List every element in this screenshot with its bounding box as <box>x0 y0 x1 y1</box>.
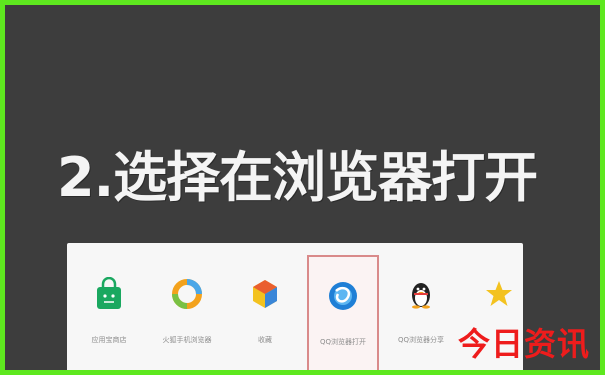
app-tile-0[interactable]: 应用宝商店 <box>73 255 145 370</box>
browser-icon <box>329 282 357 310</box>
app-tile-1[interactable]: 火狐手机浏览器 <box>151 255 223 370</box>
app-label: QQ浏览器打开 <box>319 338 367 346</box>
app-tile-2[interactable]: 收藏 <box>229 255 301 370</box>
share-app-panel: 应用宝商店 火狐手机浏览器 收藏 QQ浏览器打开 QQ浏览器分享 <box>67 243 523 370</box>
ring-icon <box>172 279 202 309</box>
screenshot-frame: 2.选择在浏览器打开 应用宝商店 火狐手机浏览器 收藏 QQ浏览器打开 QQ浏览… <box>0 0 605 375</box>
android-bag-icon <box>97 277 121 309</box>
watermark-logo: 今日资讯 <box>457 325 590 363</box>
hexagon-icon <box>253 280 277 308</box>
penguin-icon <box>412 283 430 309</box>
app-label: QQ浏览器分享 <box>397 336 445 344</box>
app-tile-3-selected[interactable]: QQ浏览器打开 <box>307 255 379 370</box>
star-icon <box>486 281 512 306</box>
app-tile-4[interactable]: QQ浏览器分享 <box>385 255 457 370</box>
instruction-title: 2.选择在浏览器打开 <box>57 146 538 209</box>
app-label: 收藏 <box>258 336 272 344</box>
app-label: 应用宝商店 <box>91 336 127 344</box>
app-label: 火狐手机浏览器 <box>162 336 212 344</box>
